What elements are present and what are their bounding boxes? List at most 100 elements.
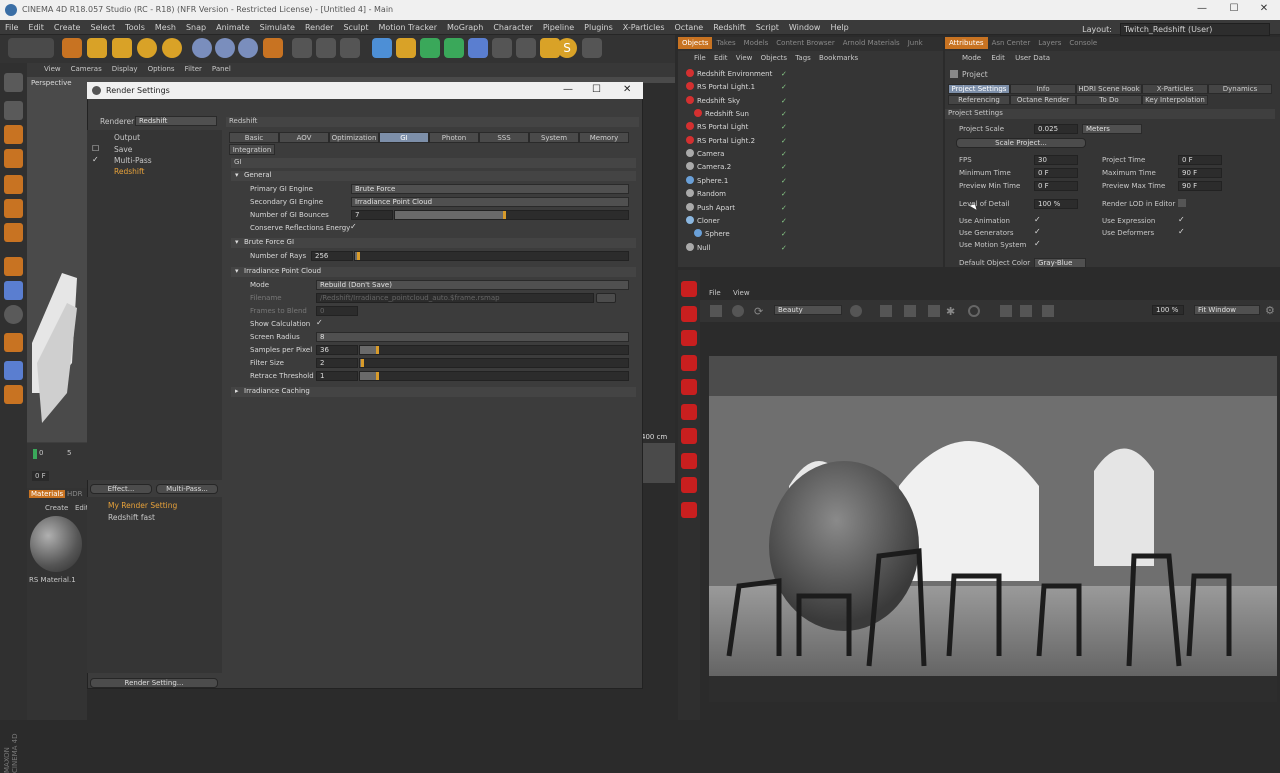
cube-icon[interactable] <box>372 38 392 58</box>
tab-sss[interactable]: SSS <box>479 132 529 143</box>
snap-icon[interactable] <box>4 305 23 324</box>
object-row[interactable]: Camera.2 ✓ <box>686 162 936 175</box>
rs-light-icon[interactable] <box>681 305 697 322</box>
object-row[interactable]: Sphere.1 ✓ <box>686 175 936 189</box>
tab-system[interactable]: System <box>529 132 579 143</box>
num-rays-input[interactable]: 256 <box>311 251 353 261</box>
object-row[interactable]: Push Apart ✓ <box>686 202 936 216</box>
frames-blend-input[interactable]: 0 <box>316 306 358 316</box>
filter-size-slider[interactable] <box>359 358 629 368</box>
cloner-icon[interactable] <box>444 38 464 58</box>
obj-menu-view[interactable]: View <box>736 54 753 62</box>
menu-mesh[interactable]: Mesh <box>150 20 181 32</box>
menu-snap[interactable]: Snap <box>181 20 211 32</box>
y-axis-icon[interactable] <box>215 38 235 58</box>
preset-item[interactable]: Redshift fast <box>108 513 155 522</box>
visibility-check-icon[interactable]: ✓ <box>781 83 787 91</box>
vp-menu-cameras[interactable]: Cameras <box>66 63 107 75</box>
project-time-input[interactable]: 0 F <box>1178 155 1222 165</box>
tab-optimization[interactable]: Optimization <box>329 132 379 143</box>
render-settings-icon[interactable] <box>340 38 360 58</box>
grid-icon[interactable] <box>928 305 940 317</box>
fit-dropdown[interactable]: Fit Window <box>1194 305 1260 315</box>
recent-tool-icon[interactable] <box>162 38 182 58</box>
subdivision-icon[interactable] <box>420 38 440 58</box>
project-scale-unit[interactable]: Meters <box>1082 124 1142 134</box>
render-picture-viewer-icon[interactable] <box>316 38 336 58</box>
subtab-octane-render[interactable]: Octane Render <box>1010 95 1076 105</box>
screen-radius-dropdown[interactable]: 8 <box>316 332 629 342</box>
ipc-section-header[interactable]: ▾ Irradiance Point Cloud <box>231 267 636 277</box>
tab-arnold-materials[interactable]: Arnold Materials <box>839 37 904 49</box>
tab-console[interactable]: Console <box>1065 37 1101 49</box>
tweak-mode-icon[interactable] <box>4 281 23 300</box>
multipass-button[interactable]: Multi-Pass... <box>156 484 218 494</box>
use-motion-checkbox[interactable]: ✓ <box>1034 240 1042 248</box>
vp-menu-options[interactable]: Options <box>143 63 180 75</box>
menu-character[interactable]: Character <box>488 20 538 32</box>
tab-layers[interactable]: Layers <box>1034 37 1065 49</box>
vp-menu-panel[interactable]: Panel <box>207 63 236 75</box>
mode-dropdown[interactable]: Rebuild (Don't Save) <box>316 280 629 290</box>
tab-hdr[interactable]: HDR <box>67 490 83 498</box>
points-mode-icon[interactable] <box>4 175 23 194</box>
object-row[interactable]: RS Portal Light ✓ <box>686 122 936 135</box>
tab-takes[interactable]: Takes <box>712 37 739 49</box>
multipass-checkbox[interactable]: ✓ <box>92 156 100 164</box>
timeline[interactable]: 0 5 0 F <box>27 443 87 488</box>
workplane-icon[interactable] <box>4 149 23 168</box>
primary-gi-dropdown[interactable]: Brute Force <box>351 184 629 194</box>
preview-min-input[interactable]: 0 F <box>1034 181 1078 191</box>
close-icon[interactable]: ✕ <box>623 84 631 95</box>
pv-menu-view[interactable]: View <box>733 289 750 297</box>
sphere-icon[interactable] <box>968 305 980 317</box>
subtab-info[interactable]: Info <box>1010 84 1076 94</box>
render-lod-checkbox[interactable] <box>1178 199 1186 207</box>
tab-integration[interactable]: Integration <box>229 144 275 155</box>
gi-bounces-slider[interactable] <box>394 210 629 220</box>
tab-gi[interactable]: GI <box>379 132 429 143</box>
tree-redshift[interactable]: Redshift <box>114 167 144 176</box>
rs-object-icon[interactable] <box>681 281 697 297</box>
tab-junk[interactable]: Junk <box>904 37 927 49</box>
menu-render[interactable]: Render <box>300 20 338 32</box>
lock-icon[interactable] <box>904 305 916 317</box>
subtab-dynamics[interactable]: Dynamics <box>1208 84 1272 94</box>
filter-size-input[interactable]: 2 <box>316 358 358 368</box>
spp-input[interactable]: 36 <box>316 345 358 355</box>
render-setting-button[interactable]: Render Setting... <box>90 678 218 688</box>
camera-icon[interactable] <box>516 38 536 58</box>
secondary-gi-dropdown[interactable]: Irradiance Point Cloud <box>351 197 629 207</box>
s-plugin-icon[interactable]: S <box>557 38 577 58</box>
effect-button[interactable]: Effect... <box>90 484 152 494</box>
visibility-check-icon[interactable]: ✓ <box>781 244 787 252</box>
menu-plugins[interactable]: Plugins <box>579 20 618 32</box>
visibility-check-icon[interactable]: ✓ <box>781 177 787 185</box>
menu-window[interactable]: Window <box>784 20 826 32</box>
menu-simulate[interactable]: Simulate <box>255 20 300 32</box>
rs-material-icon[interactable] <box>681 379 697 395</box>
menu-file[interactable]: File <box>0 20 23 32</box>
object-row[interactable]: Redshift Sun ✓ <box>686 109 936 122</box>
snapshot-icon[interactable] <box>1020 305 1032 317</box>
brute-force-section-header[interactable]: ▾ Brute Force GI <box>231 238 636 248</box>
save-checkbox[interactable]: ☐ <box>92 145 100 153</box>
visibility-check-icon[interactable]: ✓ <box>781 110 787 118</box>
gi-bounces-input[interactable]: 7 <box>351 210 393 220</box>
history-icon[interactable] <box>1042 305 1054 317</box>
menu-animate[interactable]: Animate <box>211 20 255 32</box>
object-row[interactable]: Null ✓ <box>686 242 936 256</box>
menu-pipeline[interactable]: Pipeline <box>538 20 579 32</box>
irradiance-caching-header[interactable]: ▸ Irradiance Caching <box>231 387 636 397</box>
object-row[interactable]: Cloner ✓ <box>686 215 936 229</box>
browse-button[interactable] <box>596 293 616 303</box>
timeline-playhead[interactable] <box>33 449 37 459</box>
save-image-icon[interactable] <box>1000 305 1012 317</box>
minimize-icon[interactable]: — <box>563 84 573 95</box>
menu-sculpt[interactable]: Sculpt <box>338 20 373 32</box>
object-row[interactable]: RS Portal Light.2 ✓ <box>686 135 936 149</box>
filename-input[interactable]: /Redshift/Irradiance_pointcloud_auto.$fr… <box>316 293 594 303</box>
general-section-header[interactable]: ▾ General <box>231 171 636 181</box>
pv-menu-file[interactable]: File <box>709 289 721 297</box>
rs-proxy-icon[interactable] <box>681 428 697 444</box>
